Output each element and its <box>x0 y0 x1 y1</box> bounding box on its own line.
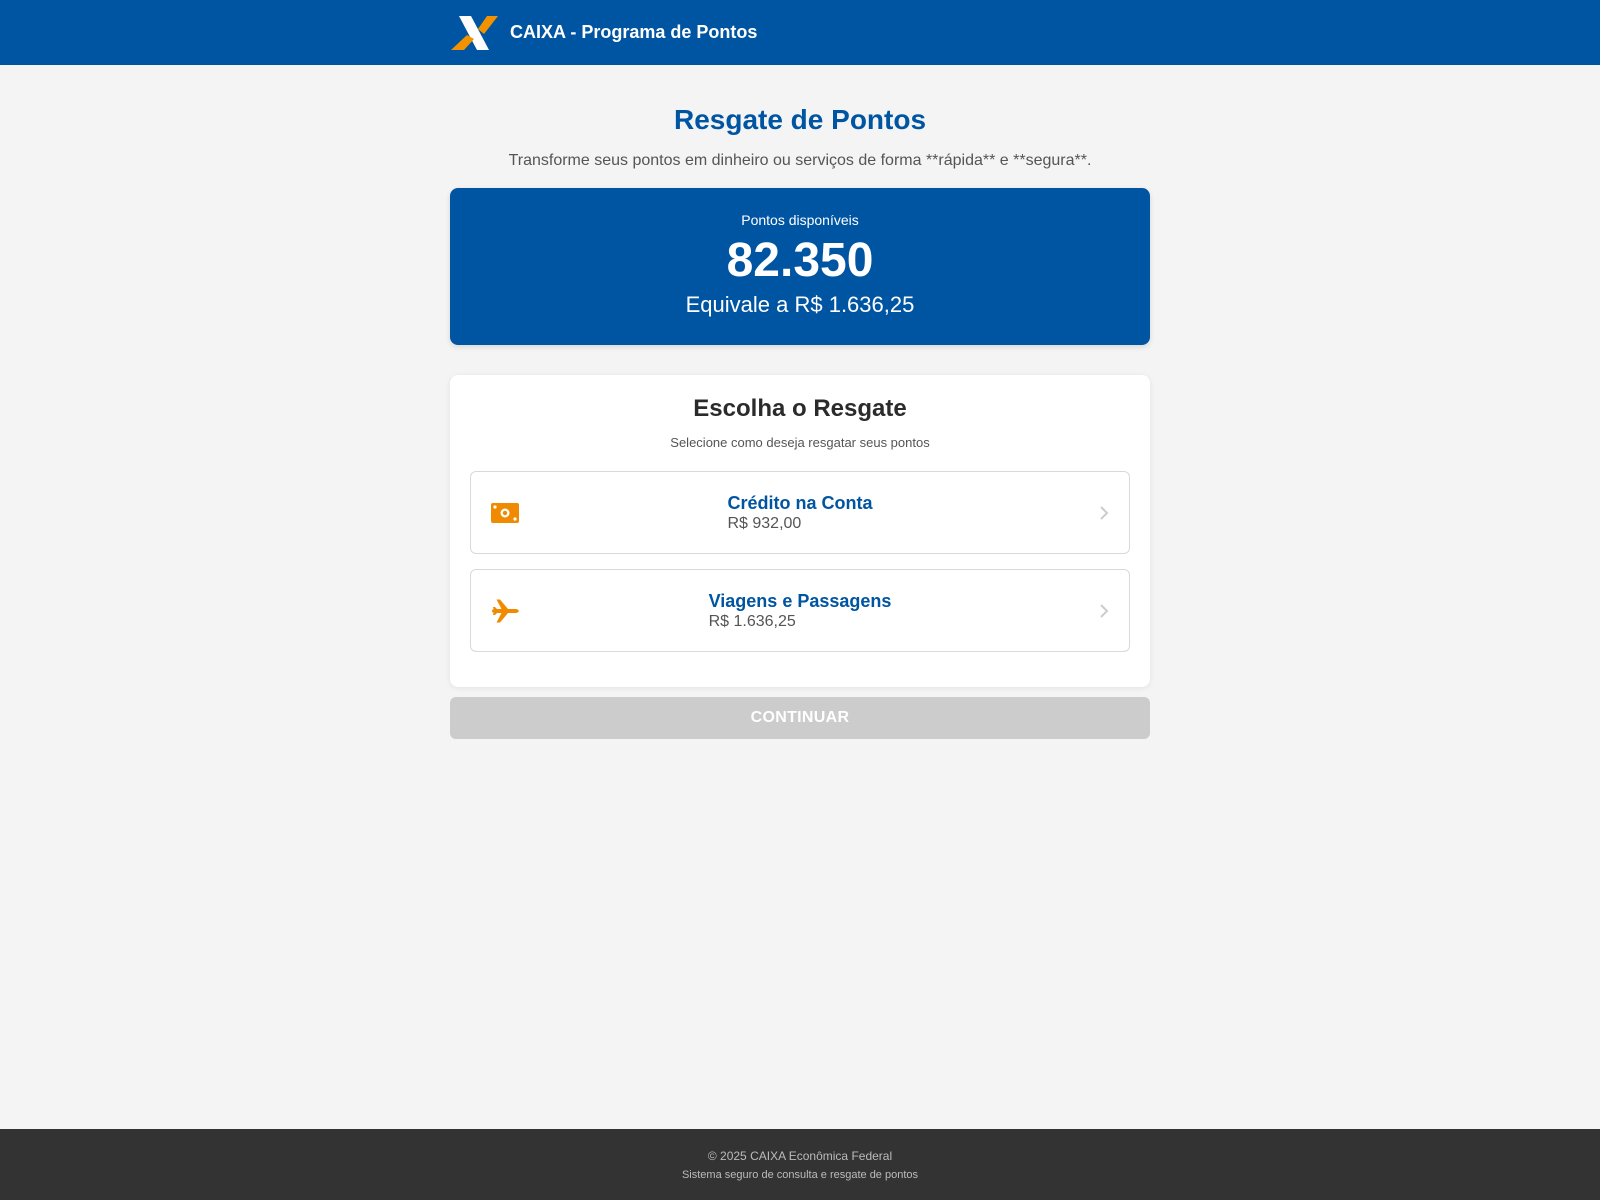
option-value: R$ 932,00 <box>727 514 802 532</box>
caixa-logo-icon[interactable] <box>450 15 498 51</box>
header-brand: CAIXA - Programa de Pontos <box>450 0 757 65</box>
points-balance-card: Pontos disponíveis 82.350 Equivale a R$ … <box>450 187 1150 345</box>
redeem-subtitle: Selecione como deseja resgatar seus pont… <box>670 434 930 450</box>
footer-copyright: © 2025 CAIXA Econômica Federal <box>707 1149 893 1163</box>
app-title: CAIXA - Programa de Pontos <box>510 22 758 42</box>
footer-tagline: Sistema seguro de consulta e resgate de … <box>681 1169 919 1181</box>
chevron-right-icon <box>1100 506 1109 520</box>
points-label: Pontos disponíveis <box>741 211 859 228</box>
top-header: CAIXA - Programa de Pontos <box>0 0 1600 65</box>
chevron-right-icon <box>1100 604 1109 618</box>
option-viagens-e-passagens[interactable]: Viagens e Passagens R$ 1.636,25 <box>470 568 1130 652</box>
continue-button[interactable]: CONTINUAR <box>450 696 1150 739</box>
points-equivalent: Equivale a R$ 1.636,25 <box>685 291 915 317</box>
option-value: R$ 1.636,25 <box>708 612 796 630</box>
option-name: Crédito na Conta <box>727 492 873 513</box>
page-footer: © 2025 CAIXA Econômica Federal Sistema s… <box>0 1129 1600 1200</box>
page-subtitle: Transforme seus pontos em dinheiro ou se… <box>508 151 1092 169</box>
option-name: Viagens e Passagens <box>708 590 892 611</box>
redeem-options-card: Escolha o Resgate Selecione como deseja … <box>450 374 1150 687</box>
redeem-title: Escolha o Resgate <box>693 394 907 422</box>
main-content: Resgate de Pontos Transforme seus pontos… <box>450 65 1150 739</box>
page-title: Resgate de Pontos <box>673 104 927 135</box>
option-credito-na-conta[interactable]: Crédito na Conta R$ 932,00 <box>470 470 1130 554</box>
points-value: 82.350 <box>726 233 874 287</box>
